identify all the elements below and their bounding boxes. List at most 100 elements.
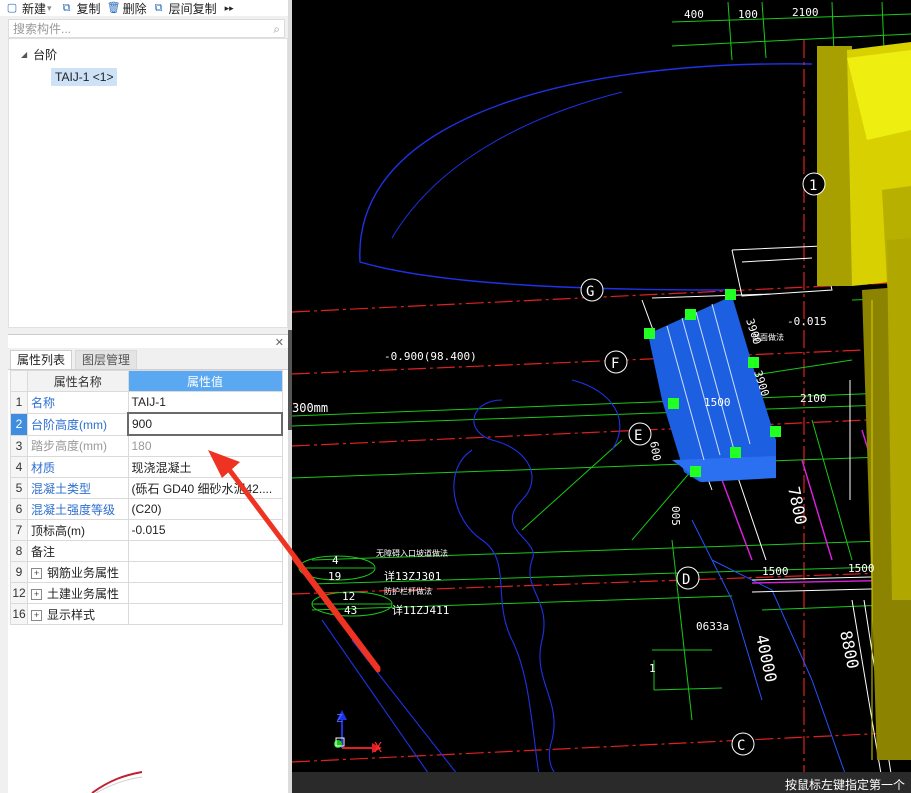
row-number: 5 — [10, 477, 28, 499]
overflow-icon: ▸▸ — [224, 2, 234, 13]
property-row[interactable]: 16 + 显示样式 — [10, 603, 283, 625]
axis-label-f: F — [611, 356, 619, 372]
new-button[interactable]: ▢ 新建 — [6, 0, 46, 17]
tree-item-taij-1[interactable]: TAIJ-1 <1> — [51, 68, 118, 86]
column-header-value: 属性值 — [127, 370, 283, 392]
floor-copy-button-label: 层间复制 — [168, 1, 217, 16]
row-number: 9 — [10, 561, 28, 583]
row-number: 3 — [10, 434, 28, 457]
component-tree: ◢ 台阶 TAIJ-1 <1> — [8, 38, 288, 328]
property-value[interactable] — [127, 582, 283, 604]
axis-x-label: X — [374, 741, 382, 756]
new-button-label: 新建 — [22, 1, 47, 16]
row-number: 1 — [10, 391, 28, 414]
property-name: 踏步高度(mm) — [27, 434, 129, 457]
property-name: 备注 — [27, 540, 129, 562]
section-tag: 剖面做法 — [752, 332, 784, 342]
note-19: 19 — [328, 570, 341, 583]
tab-layers[interactable]: 图层管理 — [75, 350, 138, 369]
property-value-editor[interactable]: 900 — [127, 412, 283, 436]
component-search: ⌕ — [8, 19, 285, 38]
property-row[interactable]: 5 混凝土类型 (砾石 GD40 细砂水泥42.... — [10, 477, 283, 499]
column-header-name: 属性名称 — [27, 370, 129, 392]
property-value[interactable]: -0.015 — [127, 519, 283, 541]
property-row[interactable]: 2 台阶高度(mm) 900 — [10, 412, 283, 436]
property-tabs: 属性列表 图层管理 — [8, 348, 288, 370]
property-name: + 显示样式 — [27, 603, 129, 625]
axis-label-e: E — [634, 428, 642, 444]
tree-node-taijie[interactable]: ◢ 台阶 — [21, 46, 57, 63]
trash-icon: 🗑 — [106, 2, 121, 14]
search-input[interactable] — [9, 20, 267, 37]
row-number: 4 — [10, 456, 28, 478]
toolbar-overflow-button[interactable]: ▸▸ — [225, 3, 234, 14]
delete-button[interactable]: 🗑 删除 — [107, 0, 147, 17]
property-row[interactable]: 7 顶标高(m) -0.015 — [10, 519, 283, 541]
property-value[interactable] — [127, 540, 283, 562]
delete-button-label: 删除 — [122, 1, 147, 16]
floor-copy-button[interactable]: ⧉ 层间复制 — [153, 0, 217, 17]
property-name: 混凝土类型 — [27, 477, 129, 499]
property-value[interactable] — [127, 603, 283, 625]
cad-viewport[interactable]: 400 100 2100 G F E D C 1 -0.900(98.400) … — [292, 0, 911, 793]
row-number: 2 — [10, 412, 28, 436]
property-group-label: 显示样式 — [47, 607, 96, 622]
property-row[interactable]: 1 名称 TAIJ-1 — [10, 391, 283, 414]
expand-plus-icon[interactable]: + — [31, 588, 42, 600]
property-name: + 土建业务属性 — [27, 582, 129, 604]
note-43: 43 — [344, 604, 357, 617]
property-name: 材质 — [27, 456, 129, 478]
property-value[interactable]: (砾石 GD40 细砂水泥42.... — [127, 477, 283, 499]
property-row[interactable]: 6 混凝土强度等级 (C20) — [10, 498, 283, 520]
row-number: 7 — [10, 519, 28, 541]
property-row[interactable]: 4 材质 现浇混凝土 — [10, 456, 283, 478]
dim-2100-top: 2100 — [792, 6, 819, 19]
copy-button[interactable]: ⧉ 复制 — [61, 0, 101, 17]
property-row[interactable]: 3 踏步高度(mm) 180 — [10, 434, 283, 457]
dim-100: 100 — [738, 8, 758, 21]
note-ref-13zj301: 详13ZJ301 — [384, 569, 441, 583]
dim-400: 400 — [684, 8, 704, 21]
dim-015: -0.015 — [787, 315, 827, 328]
property-name: 台阶高度(mm) — [27, 412, 129, 436]
dim-300mm: 300mm — [292, 401, 328, 415]
axis-label-1: 1 — [809, 178, 817, 194]
property-value[interactable]: TAIJ-1 — [127, 391, 283, 414]
property-table: 属性名称 属性值 1 名称 TAIJ-1 2 台阶高度(mm) 900 3 踏步高度(mm) 1… — [10, 370, 283, 625]
elevation-note: -0.900(98.400) — [384, 350, 477, 363]
property-row[interactable]: 8 备注 — [10, 540, 283, 562]
collapse-triangle-icon[interactable]: ◢ — [21, 50, 27, 59]
property-header-row: 属性名称 属性值 — [10, 370, 283, 392]
row-number: 16 — [10, 603, 28, 625]
note-guard-rail: 防护栏杆做法 — [384, 586, 432, 596]
property-name: 名称 — [27, 391, 129, 414]
property-group-label: 土建业务属性 — [47, 586, 120, 601]
property-value[interactable]: (C20) — [127, 498, 283, 520]
status-bar: 按鼠标左键指定第一个 — [292, 772, 911, 793]
search-icon[interactable]: ⌕ — [273, 22, 280, 37]
note-12: 12 — [342, 590, 355, 603]
row-number: 6 — [10, 498, 28, 520]
expand-plus-icon[interactable]: + — [31, 567, 42, 579]
dim-1500-a: 1500 — [704, 396, 731, 409]
property-group-label: 钢筋业务属性 — [47, 565, 120, 580]
property-row[interactable]: 9 + 钢筋业务属性 — [10, 561, 283, 583]
tab-properties[interactable]: 属性列表 — [10, 350, 73, 369]
property-value[interactable]: 现浇混凝土 — [127, 456, 283, 478]
property-value[interactable] — [127, 561, 283, 583]
property-row[interactable]: 12 + 土建业务属性 — [10, 582, 283, 604]
floor-copy-icon: ⧉ — [154, 2, 163, 14]
property-value[interactable]: 180 — [127, 434, 283, 457]
new-doc-icon: ▢ — [6, 2, 18, 14]
dim-1-small: 1 — [649, 662, 656, 675]
new-dropdown-icon[interactable]: ▾ — [47, 3, 52, 14]
note-4: 4 — [332, 554, 339, 567]
copy-button-label: 复制 — [76, 1, 101, 16]
property-panel: ✕ 属性列表 图层管理 属性名称 属性值 1 名称 TAIJ-1 2 台阶高度(mm) 9… — [8, 334, 288, 793]
row-number-header — [10, 370, 28, 392]
expand-plus-icon[interactable]: + — [31, 609, 42, 621]
tree-node-label: 台阶 — [33, 48, 58, 62]
property-name: 顶标高(m) — [27, 519, 129, 541]
axis-label-d: D — [682, 572, 690, 588]
axis-z-label: Z — [336, 712, 343, 725]
